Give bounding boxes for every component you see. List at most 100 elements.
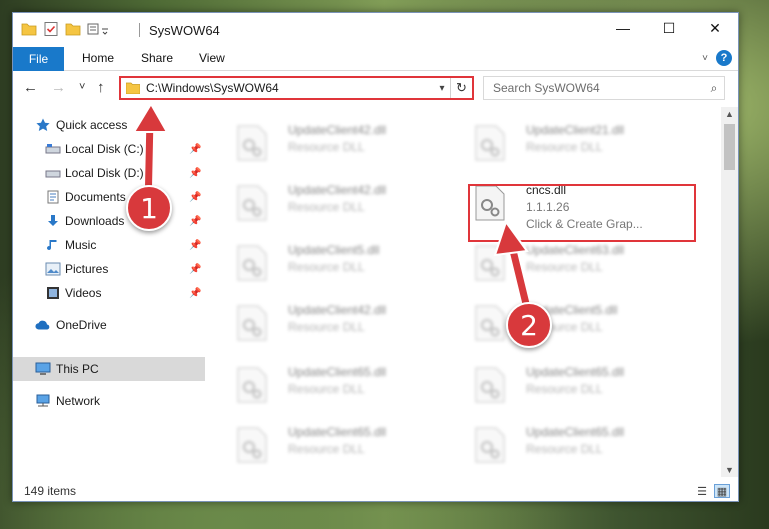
file-name: UpdateClient42.dll: [288, 303, 387, 317]
pin-icon[interactable]: 📌: [189, 288, 201, 299]
dll-file-icon: [237, 305, 267, 341]
ribbon-right-controls: ˅ ?: [702, 50, 732, 66]
file-name: UpdateClient65.dll: [288, 365, 387, 379]
vertical-scrollbar[interactable]: ▲ ▼: [721, 107, 738, 477]
help-icon[interactable]: ?: [716, 50, 732, 66]
file-type: Resource DLL: [526, 382, 603, 396]
address-bar[interactable]: C:\Windows\SysWOW64 ▾ ↻: [119, 76, 474, 100]
pin-icon[interactable]: 📌: [189, 240, 201, 251]
sidebar-item-quick-access[interactable]: Quick access: [13, 113, 205, 137]
address-path[interactable]: C:\Windows\SysWOW64: [146, 81, 434, 95]
chevron-down-icon[interactable]: ˅: [702, 53, 708, 64]
dll-file-icon: [475, 305, 505, 341]
tab-share[interactable]: Share: [141, 51, 173, 65]
search-icon[interactable]: ⌕: [704, 81, 724, 96]
quick-access-toolbar: [21, 21, 108, 37]
sidebar-item-network[interactable]: Network: [13, 389, 205, 413]
back-button[interactable]: ←: [23, 79, 38, 96]
sidebar-item-label: Local Disk (D:): [65, 166, 144, 180]
pin-icon[interactable]: 📌: [189, 144, 201, 155]
network-icon: [35, 393, 51, 409]
drive-icon: [45, 165, 61, 181]
sidebar-item-onedrive[interactable]: OneDrive: [13, 313, 205, 337]
tab-home[interactable]: Home: [82, 51, 114, 65]
file-tile[interactable]: UpdateClient42.dll Resource DLL: [217, 119, 437, 167]
pin-icon[interactable]: 📌: [189, 264, 201, 275]
dll-file-icon: [237, 367, 267, 403]
refresh-button[interactable]: ↻: [450, 78, 472, 98]
sidebar-item-label: OneDrive: [56, 318, 107, 332]
maximize-button[interactable]: ☐: [646, 13, 692, 43]
file-name: UpdateClient65.dll: [526, 425, 625, 439]
title-bar: SysWOW64 — ☐ ✕: [13, 13, 738, 47]
pin-icon[interactable]: 📌: [189, 216, 201, 227]
file-tile[interactable]: UpdateClient5.dll Resource DLL: [217, 239, 437, 287]
file-type: Resource DLL: [288, 260, 365, 274]
tab-view[interactable]: View: [199, 51, 225, 65]
tab-file[interactable]: File: [13, 47, 64, 71]
sidebar-item-this-pc[interactable]: This PC: [13, 357, 205, 381]
file-name: UpdateClient65.dll: [288, 425, 387, 439]
sidebar-item-documents[interactable]: Documents 📌: [13, 185, 205, 209]
address-dropdown-icon[interactable]: ▾: [434, 83, 450, 94]
folder-icon: [126, 82, 140, 94]
videos-icon: [45, 285, 61, 301]
recent-locations-button[interactable]: ˅: [79, 81, 85, 93]
up-button[interactable]: ↑: [97, 79, 105, 96]
file-list: UpdateClient42.dll Resource DLL UpdateCl…: [207, 107, 721, 477]
properties-icon[interactable]: [43, 21, 59, 37]
dll-file-icon: [237, 125, 267, 161]
dll-file-icon: [475, 427, 505, 463]
file-tile[interactable]: UpdateClient65.dll Resource DLL: [455, 421, 675, 469]
file-tile[interactable]: UpdateClient42.dll Resource DLL: [217, 299, 437, 347]
pin-icon[interactable]: 📌: [189, 192, 201, 203]
sidebar-item-local-disk-d[interactable]: Local Disk (D:) 📌: [13, 161, 205, 185]
sidebar-item-music[interactable]: Music 📌: [13, 233, 205, 257]
new-folder-icon[interactable]: [65, 21, 81, 37]
sidebar-item-label: Local Disk (C:): [65, 142, 144, 156]
file-tile[interactable]: UpdateClient63.dll Resource DLL: [455, 239, 675, 287]
sidebar-item-videos[interactable]: Videos 📌: [13, 281, 205, 305]
file-type: Resource DLL: [526, 442, 603, 456]
sidebar-item-label: Downloads: [65, 214, 125, 228]
file-tile[interactable]: UpdateClient65.dll Resource DLL: [217, 421, 437, 469]
file-tile[interactable]: UpdateClient65.dll Resource DLL: [217, 361, 437, 409]
status-bar: 149 items ☰ ▦: [13, 479, 738, 501]
minimize-button[interactable]: —: [600, 13, 646, 43]
view-switcher: ☰ ▦: [694, 484, 730, 498]
scroll-thumb[interactable]: [724, 124, 735, 170]
sidebar-item-label: Music: [65, 238, 97, 252]
navigation-pane: Quick access Local Disk (C:) 📌 Local Dis…: [13, 107, 205, 477]
forward-button[interactable]: →: [51, 79, 66, 96]
customize-toolbar-icon[interactable]: [87, 21, 108, 37]
file-name: UpdateClient42.dll: [288, 183, 387, 197]
step-badge-2: 2: [506, 302, 552, 348]
dll-file-icon: [237, 185, 267, 221]
file-name: UpdateClient21.dll: [526, 123, 625, 137]
music-icon: [45, 237, 61, 253]
large-icons-view-icon[interactable]: ▦: [714, 484, 730, 498]
file-name: UpdateClient65.dll: [526, 365, 625, 379]
file-tile[interactable]: UpdateClient65.dll Resource DLL: [455, 361, 675, 409]
file-tile[interactable]: UpdateClient21.dll Resource DLL: [455, 119, 675, 167]
sidebar-item-label: Pictures: [65, 262, 109, 276]
file-tile[interactable]: UpdateClient5.dll Resource DLL: [455, 299, 675, 347]
sidebar-item-local-disk-c[interactable]: Local Disk (C:) 📌: [13, 137, 205, 161]
close-button[interactable]: ✕: [692, 13, 738, 43]
sidebar-item-pictures[interactable]: Pictures 📌: [13, 257, 205, 281]
sidebar-item-downloads[interactable]: Downloads 📌: [13, 209, 205, 233]
dll-file-icon: [237, 245, 267, 281]
download-icon: [45, 213, 61, 229]
title-separator: [139, 23, 140, 37]
scroll-up-icon[interactable]: ▲: [721, 109, 738, 119]
details-view-icon[interactable]: ☰: [694, 484, 710, 498]
sidebar-item-label: Documents: [65, 190, 126, 204]
search-input[interactable]: Search SysWOW64: [493, 81, 704, 95]
highlight-frame: [468, 184, 696, 242]
scroll-down-icon[interactable]: ▼: [721, 465, 738, 475]
pin-icon[interactable]: 📌: [189, 168, 201, 179]
file-tile[interactable]: UpdateClient42.dll Resource DLL: [217, 179, 437, 227]
search-box[interactable]: Search SysWOW64 ⌕: [483, 76, 725, 100]
documents-icon: [45, 189, 61, 205]
dll-file-icon: [475, 125, 505, 161]
